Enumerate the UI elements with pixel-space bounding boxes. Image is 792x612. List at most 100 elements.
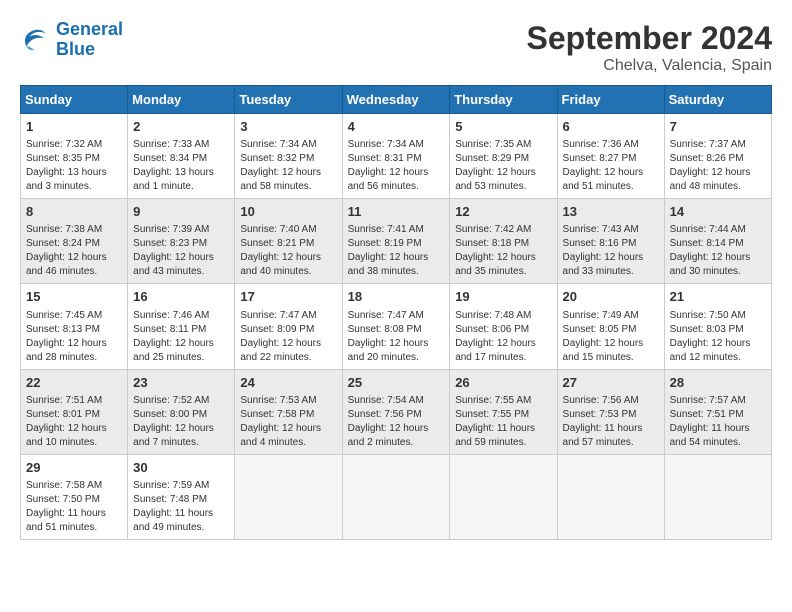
day-content: Sunrise: 7:56 AMSunset: 7:53 PMDaylight:… [563, 394, 659, 450]
logo: General Blue [20, 20, 123, 60]
day-content: Sunrise: 7:37 AMSunset: 8:26 PMDaylight:… [670, 138, 766, 194]
day-number: 6 [563, 118, 659, 136]
day-content: Sunrise: 7:36 AMSunset: 8:27 PMDaylight:… [563, 138, 659, 194]
title-area: September 2024 Chelva, Valencia, Spain [527, 20, 772, 75]
table-row: 6 Sunrise: 7:36 AMSunset: 8:27 PMDaylight… [557, 114, 664, 199]
col-monday: Monday [128, 86, 235, 114]
day-content: Sunrise: 7:57 AMSunset: 7:51 PMDaylight:… [670, 394, 766, 450]
table-row: 2 Sunrise: 7:33 AMSunset: 8:34 PMDaylight… [128, 114, 235, 199]
table-row: 7 Sunrise: 7:37 AMSunset: 8:26 PMDaylight… [664, 114, 771, 199]
logo-general: General [56, 19, 123, 39]
day-number: 14 [670, 203, 766, 221]
calendar-week-row: 1Sunrise: 7:32 AMSunset: 8:35 PMDaylight… [21, 114, 772, 199]
day-number: 23 [133, 374, 229, 392]
day-number: 22 [26, 374, 122, 392]
day-content: Sunrise: 7:53 AMSunset: 7:58 PMDaylight:… [240, 394, 336, 450]
calendar-week-row: 8 Sunrise: 7:38 AMSunset: 8:24 PMDaylight… [21, 199, 772, 284]
table-row: 12 Sunrise: 7:42 AMSunset: 8:18 PMDayligh… [450, 199, 557, 284]
day-content: Sunrise: 7:49 AMSunset: 8:05 PMDaylight:… [563, 309, 659, 365]
table-row: 8 Sunrise: 7:38 AMSunset: 8:24 PMDaylight… [21, 199, 128, 284]
day-number: 15 [26, 288, 122, 306]
table-row [342, 454, 450, 539]
day-number: 27 [563, 374, 659, 392]
day-number: 16 [133, 288, 229, 306]
day-content: Sunrise: 7:55 AMSunset: 7:55 PMDaylight:… [455, 394, 551, 450]
day-number: 2 [133, 118, 229, 136]
calendar-week-row: 22 Sunrise: 7:51 AMSunset: 8:01 PMDayligh… [21, 369, 772, 454]
table-row: 14 Sunrise: 7:44 AMSunset: 8:14 PMDayligh… [664, 199, 771, 284]
day-content: Sunrise: 7:47 AMSunset: 8:08 PMDaylight:… [348, 309, 445, 365]
day-number: 18 [348, 288, 445, 306]
logo-blue: Blue [56, 39, 95, 59]
col-wednesday: Wednesday [342, 86, 450, 114]
day-number: 30 [133, 459, 229, 477]
day-number: 26 [455, 374, 551, 392]
calendar-week-row: 29Sunrise: 7:58 AMSunset: 7:50 PMDayligh… [21, 454, 772, 539]
table-row: 11 Sunrise: 7:41 AMSunset: 8:19 PMDayligh… [342, 199, 450, 284]
table-row [664, 454, 771, 539]
table-row: 16 Sunrise: 7:46 AMSunset: 8:11 PMDayligh… [128, 284, 235, 369]
month-title: September 2024 [527, 20, 772, 57]
day-content: Sunrise: 7:46 AMSunset: 8:11 PMDaylight:… [133, 309, 229, 365]
day-number: 7 [670, 118, 766, 136]
table-row: 10 Sunrise: 7:40 AMSunset: 8:21 PMDayligh… [235, 199, 342, 284]
table-row: 29Sunrise: 7:58 AMSunset: 7:50 PMDayligh… [21, 454, 128, 539]
day-content: Sunrise: 7:34 AMSunset: 8:32 PMDaylight:… [240, 138, 336, 194]
day-number: 9 [133, 203, 229, 221]
day-number: 19 [455, 288, 551, 306]
table-row: 3Sunrise: 7:34 AMSunset: 8:32 PMDaylight… [235, 114, 342, 199]
day-number: 12 [455, 203, 551, 221]
table-row: 15 Sunrise: 7:45 AMSunset: 8:13 PMDayligh… [21, 284, 128, 369]
table-row: 1Sunrise: 7:32 AMSunset: 8:35 PMDaylight… [21, 114, 128, 199]
header: General Blue September 2024 Chelva, Vale… [20, 20, 772, 75]
day-number: 25 [348, 374, 445, 392]
table-row: 26 Sunrise: 7:55 AMSunset: 7:55 PMDayligh… [450, 369, 557, 454]
col-friday: Friday [557, 86, 664, 114]
day-content: Sunrise: 7:40 AMSunset: 8:21 PMDaylight:… [240, 223, 336, 279]
day-number: 8 [26, 203, 122, 221]
table-row: 5 Sunrise: 7:35 AMSunset: 8:29 PMDaylight… [450, 114, 557, 199]
day-number: 11 [348, 203, 445, 221]
day-content: Sunrise: 7:42 AMSunset: 8:18 PMDaylight:… [455, 223, 551, 279]
table-row: 17 Sunrise: 7:47 AMSunset: 8:09 PMDayligh… [235, 284, 342, 369]
day-content: Sunrise: 7:59 AMSunset: 7:48 PMDaylight:… [133, 479, 229, 535]
table-row: 23 Sunrise: 7:52 AMSunset: 8:00 PMDayligh… [128, 369, 235, 454]
table-row: 27 Sunrise: 7:56 AMSunset: 7:53 PMDayligh… [557, 369, 664, 454]
day-number: 4 [348, 118, 445, 136]
day-content: Sunrise: 7:54 AMSunset: 7:56 PMDaylight:… [348, 394, 445, 450]
logo-icon [20, 24, 52, 56]
day-content: Sunrise: 7:33 AMSunset: 8:34 PMDaylight:… [133, 138, 229, 194]
table-row: 20 Sunrise: 7:49 AMSunset: 8:05 PMDayligh… [557, 284, 664, 369]
table-row: 19 Sunrise: 7:48 AMSunset: 8:06 PMDayligh… [450, 284, 557, 369]
day-number: 21 [670, 288, 766, 306]
calendar-header-row: Sunday Monday Tuesday Wednesday Thursday… [21, 86, 772, 114]
day-number: 28 [670, 374, 766, 392]
day-number: 20 [563, 288, 659, 306]
day-number: 10 [240, 203, 336, 221]
day-content: Sunrise: 7:41 AMSunset: 8:19 PMDaylight:… [348, 223, 445, 279]
day-content: Sunrise: 7:35 AMSunset: 8:29 PMDaylight:… [455, 138, 551, 194]
table-row [450, 454, 557, 539]
day-content: Sunrise: 7:47 AMSunset: 8:09 PMDaylight:… [240, 309, 336, 365]
col-saturday: Saturday [664, 86, 771, 114]
table-row: 21Sunrise: 7:50 AMSunset: 8:03 PMDayligh… [664, 284, 771, 369]
day-number: 29 [26, 459, 122, 477]
day-number: 24 [240, 374, 336, 392]
table-row: 25 Sunrise: 7:54 AMSunset: 7:56 PMDayligh… [342, 369, 450, 454]
day-number: 5 [455, 118, 551, 136]
day-number: 1 [26, 118, 122, 136]
day-content: Sunrise: 7:44 AMSunset: 8:14 PMDaylight:… [670, 223, 766, 279]
col-thursday: Thursday [450, 86, 557, 114]
table-row: 18 Sunrise: 7:47 AMSunset: 8:08 PMDayligh… [342, 284, 450, 369]
day-content: Sunrise: 7:51 AMSunset: 8:01 PMDaylight:… [26, 394, 122, 450]
day-content: Sunrise: 7:52 AMSunset: 8:00 PMDaylight:… [133, 394, 229, 450]
day-content: Sunrise: 7:48 AMSunset: 8:06 PMDaylight:… [455, 309, 551, 365]
table-row: 24 Sunrise: 7:53 AMSunset: 7:58 PMDayligh… [235, 369, 342, 454]
day-content: Sunrise: 7:38 AMSunset: 8:24 PMDaylight:… [26, 223, 122, 279]
table-row: 4Sunrise: 7:34 AMSunset: 8:31 PMDaylight… [342, 114, 450, 199]
table-row: 13Sunrise: 7:43 AMSunset: 8:16 PMDayligh… [557, 199, 664, 284]
location-title: Chelva, Valencia, Spain [527, 57, 772, 75]
day-number: 17 [240, 288, 336, 306]
day-content: Sunrise: 7:45 AMSunset: 8:13 PMDaylight:… [26, 309, 122, 365]
calendar-week-row: 15 Sunrise: 7:45 AMSunset: 8:13 PMDayligh… [21, 284, 772, 369]
